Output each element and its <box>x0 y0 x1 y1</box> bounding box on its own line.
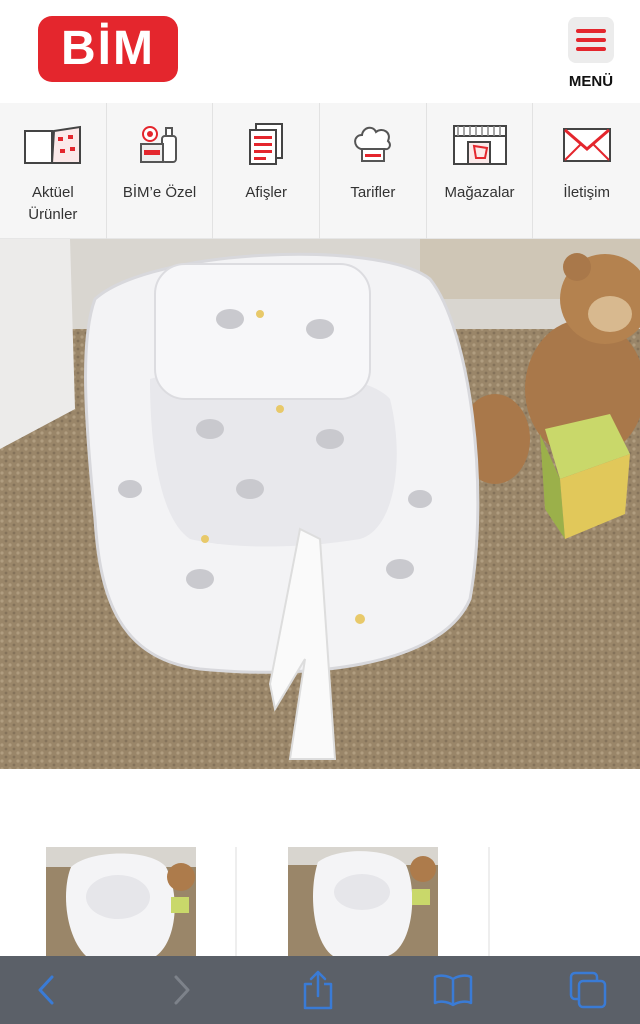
catalog-icon <box>22 121 84 169</box>
thumbnail-divider <box>488 847 490 956</box>
nav-item-iletisim[interactable]: İletişim <box>533 103 640 239</box>
nav-label: Mağazalar <box>444 184 515 201</box>
thumbnail-image[interactable] <box>46 847 196 956</box>
share-icon[interactable] <box>296 968 340 1012</box>
products-icon <box>129 121 191 169</box>
category-nav: Aktüel Ürünler BİM’e Özel Afişler Tarifl… <box>0 103 640 239</box>
menu-label[interactable]: MENÜ <box>560 73 622 90</box>
menu-bar-icon <box>576 47 606 51</box>
menu-bar-icon <box>576 29 606 33</box>
logo-text: BİM <box>61 22 155 75</box>
thumbnail-strip <box>0 769 640 956</box>
nav-label: BİM’e Özel <box>122 184 197 201</box>
bim-logo[interactable]: BİM <box>38 16 178 82</box>
nav-item-tarifler[interactable]: Tarifler <box>320 103 427 239</box>
browser-toolbar <box>0 956 640 1024</box>
nav-item-bime-ozel[interactable]: BİM’e Özel <box>107 103 214 239</box>
site-header: BİM MENÜ <box>0 0 640 103</box>
store-icon <box>449 121 511 169</box>
nav-label: Aktüel Ürünler <box>28 184 78 223</box>
nav-label: Afişler <box>245 184 288 201</box>
nav-item-magazalar[interactable]: Mağazalar <box>427 103 534 239</box>
nav-label: Tarifler <box>350 184 396 201</box>
nav-item-aktuel-urunler[interactable]: Aktüel Ürünler <box>0 103 107 239</box>
thumbnail-divider <box>235 847 237 956</box>
nav-item-afisler[interactable]: Afişler <box>213 103 321 239</box>
thumbnail-image[interactable] <box>288 847 438 956</box>
tabs-icon[interactable] <box>566 968 610 1012</box>
posters-icon <box>235 121 297 169</box>
back-icon[interactable] <box>24 968 68 1012</box>
product-image[interactable] <box>0 239 640 769</box>
nav-label: İletişim <box>563 184 611 201</box>
envelope-icon <box>556 121 618 169</box>
chef-hat-icon <box>342 121 404 169</box>
forward-icon[interactable] <box>160 968 204 1012</box>
menu-button[interactable] <box>568 17 614 63</box>
bookmarks-icon[interactable] <box>431 968 475 1012</box>
menu-bar-icon <box>576 38 606 42</box>
